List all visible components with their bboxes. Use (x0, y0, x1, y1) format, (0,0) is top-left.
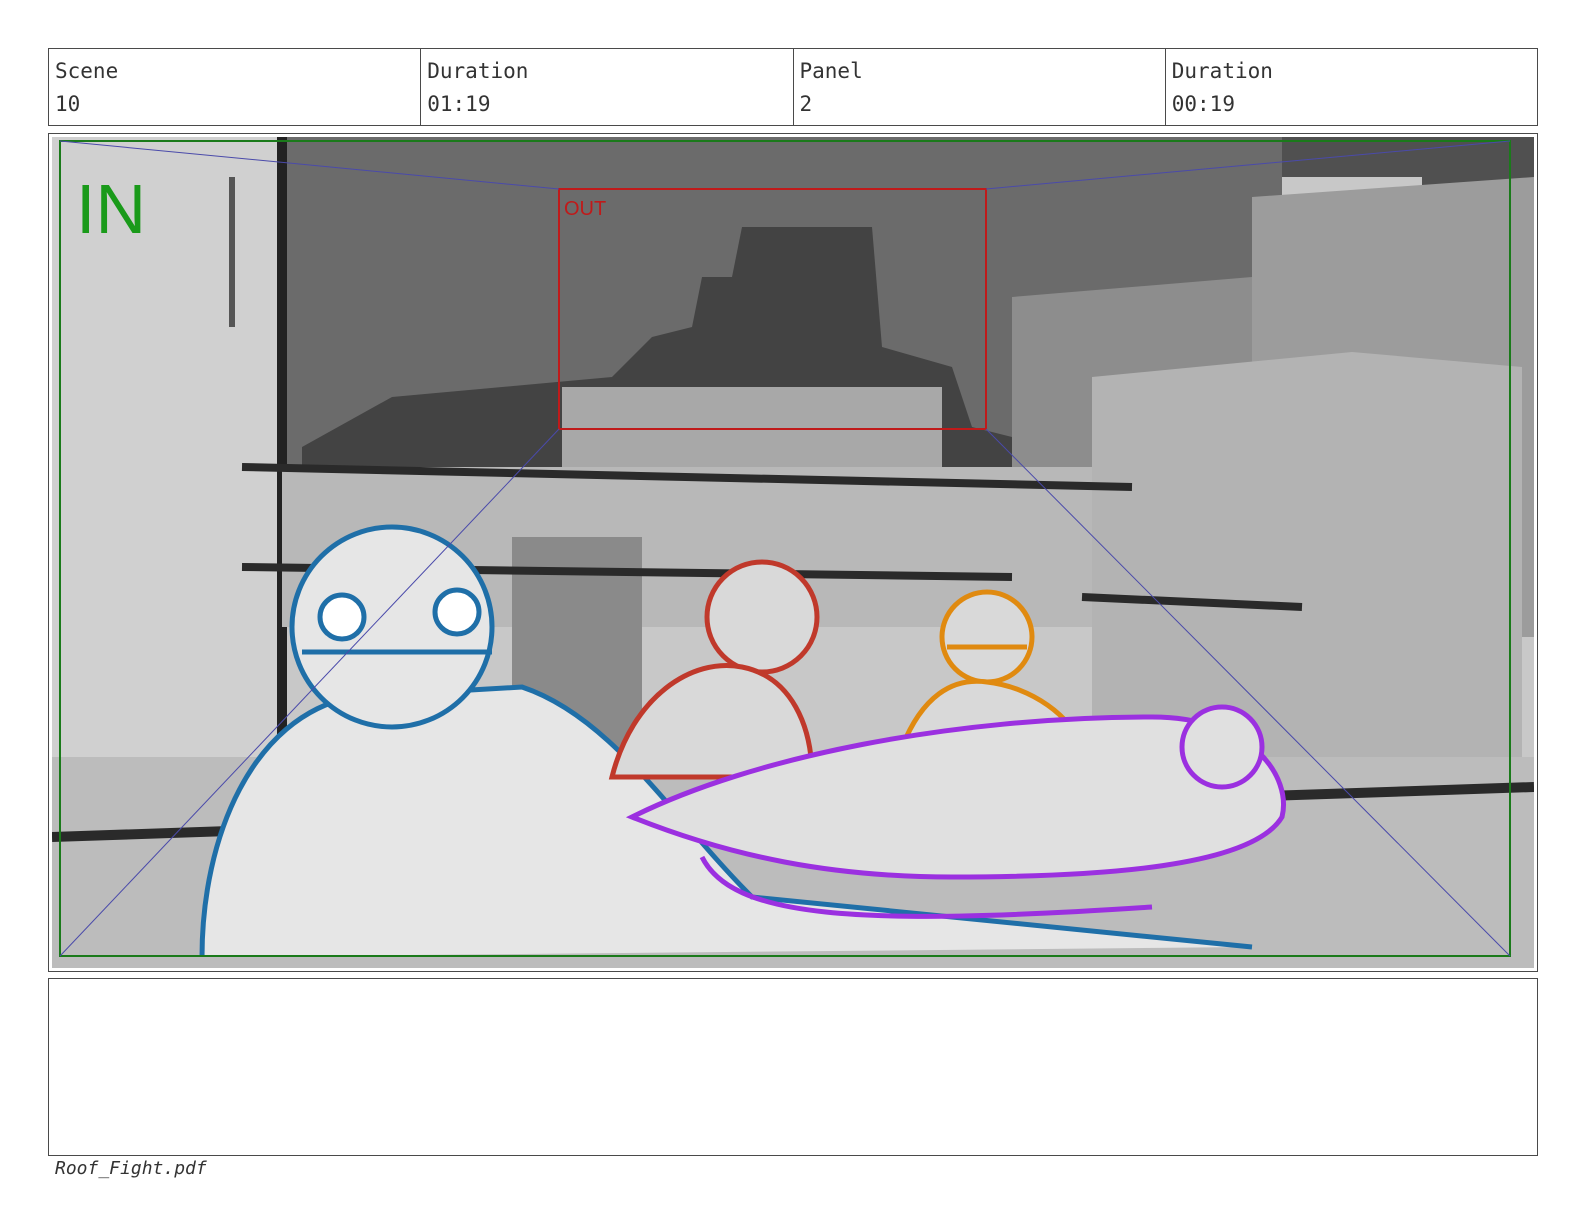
storyboard-panel-frame: IN OUT (48, 133, 1538, 972)
panel-duration-label: Duration (1171, 59, 1273, 83)
panel-duration-cell: Duration 00:19 (1166, 49, 1537, 125)
scene-label: Scene (55, 59, 119, 83)
in-label: IN (76, 170, 146, 248)
scene-duration-value: 01:19 (427, 92, 491, 116)
scene-value: 10 (55, 92, 81, 116)
panel-label: Panel (799, 59, 863, 83)
out-label: OUT (564, 198, 606, 220)
panel-value: 2 (799, 92, 813, 116)
panel-notes-box[interactable] (48, 978, 1538, 1156)
panel-cell: Panel 2 (794, 49, 1166, 125)
panel-info-header: Scene 10 Duration 01:19 Panel 2 Duration… (48, 48, 1538, 126)
panel-duration-value: 00:19 (1171, 92, 1235, 116)
scene-duration-cell: Duration 01:19 (421, 49, 794, 125)
scene-duration-label: Duration (427, 59, 529, 83)
footer-filename: Roof_Fight.pdf (55, 1158, 207, 1179)
storyboard-drawing: IN OUT (52, 137, 1534, 968)
scene-cell: Scene 10 (49, 49, 422, 125)
